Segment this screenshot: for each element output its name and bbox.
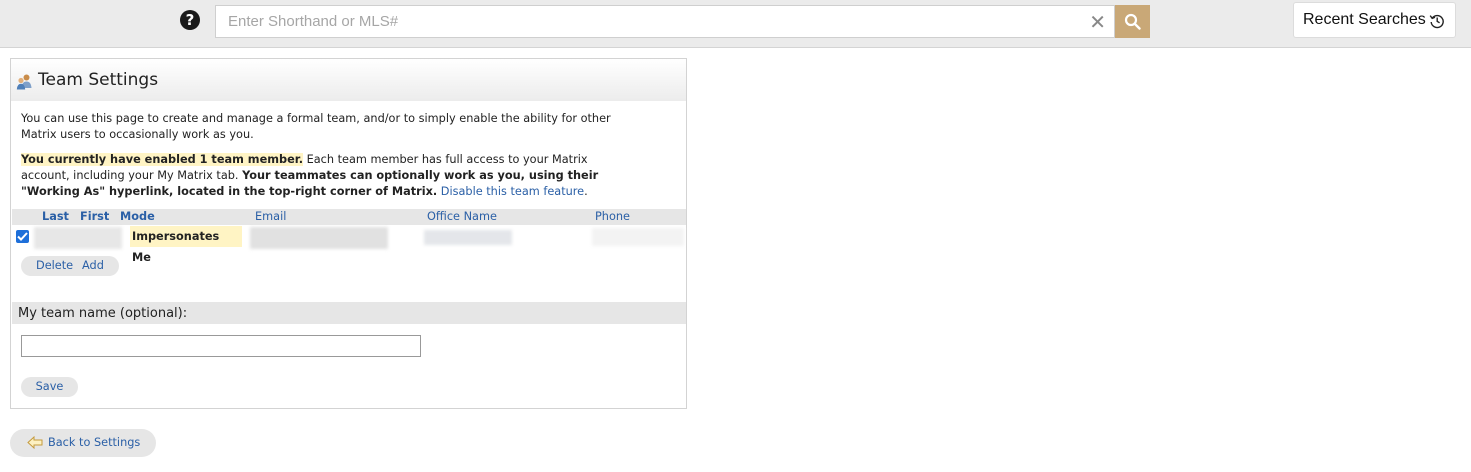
column-header-last[interactable]: Last [42, 210, 69, 223]
search-input[interactable] [216, 6, 1076, 37]
top-bar: ? ✕ Recent Searches [0, 0, 1471, 48]
search-box: ✕ [215, 5, 1115, 38]
back-to-settings-label: Back to Settings [48, 436, 141, 449]
mode-cell: Impersonates Me [130, 226, 242, 264]
x-icon[interactable]: ✕ [1089, 11, 1106, 33]
recent-searches-label: Recent Searches [1303, 11, 1426, 28]
team-name-label: My team name (optional): [18, 306, 188, 321]
intro-text: You can use this page to create and mana… [21, 112, 611, 141]
column-header-office-name[interactable]: Office Name [427, 210, 497, 223]
delete-button[interactable]: Delete [36, 256, 73, 276]
column-header-first[interactable]: First [80, 210, 109, 223]
add-button[interactable]: Add [82, 256, 104, 276]
column-header-email[interactable]: Email [255, 210, 286, 223]
redacted-office-name [424, 230, 512, 245]
column-header-mode[interactable]: Mode [120, 210, 155, 223]
save-button[interactable]: Save [21, 377, 78, 397]
arrow-left-icon [27, 436, 43, 449]
team-icon [16, 74, 32, 90]
period: . [584, 185, 588, 198]
team-grid-header: Last First Mode Email Office Name Phone [12, 209, 686, 225]
question-circle-icon[interactable]: ? [180, 10, 200, 30]
history-icon [1429, 14, 1444, 29]
redacted-email [250, 227, 388, 249]
recent-searches-button[interactable]: Recent Searches [1293, 2, 1456, 38]
disable-team-link[interactable]: Disable this team feature [441, 185, 584, 198]
team-name-section: My team name (optional): [12, 302, 686, 324]
panel-header: Team Settings [11, 59, 686, 101]
page-title: Team Settings [38, 70, 159, 90]
search-icon [1124, 13, 1141, 30]
checkmark-icon [17, 232, 28, 241]
enabled-members-highlight: You currently have enabled 1 team member… [21, 153, 304, 166]
redacted-name [34, 227, 122, 249]
back-to-settings-button[interactable]: Back to Settings [10, 429, 156, 457]
member-checkbox[interactable] [16, 230, 29, 243]
redacted-phone [592, 228, 684, 246]
team-name-input[interactable] [21, 335, 421, 357]
search-button[interactable] [1115, 5, 1150, 38]
team-settings-panel: Team Settings You can use this page to c… [10, 58, 687, 409]
row-actions: Delete Add [21, 256, 119, 276]
team-status-text: You currently have enabled 1 team member… [21, 152, 621, 200]
table-row: Impersonates Me [12, 226, 686, 264]
column-header-phone[interactable]: Phone [595, 210, 630, 223]
